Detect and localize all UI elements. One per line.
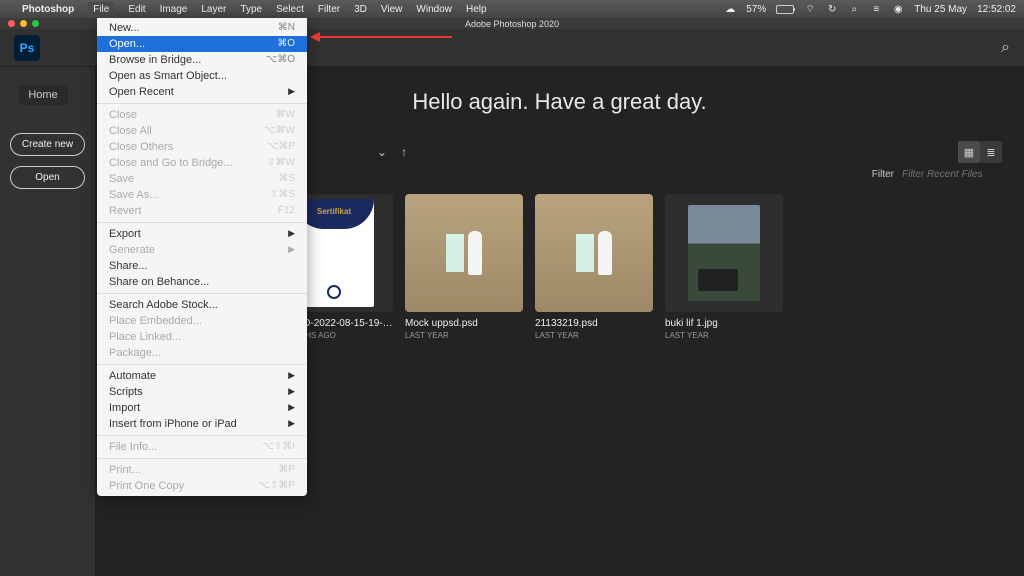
sort-chevron-icon[interactable]: ⌄ <box>377 145 387 159</box>
menu-item-insert-from-iphone-or-ipad[interactable]: Insert from iPhone or iPad▶ <box>97 416 307 432</box>
menubar-time[interactable]: 12:52:02 <box>977 4 1016 15</box>
menubar-image[interactable]: Image <box>160 4 188 15</box>
file-name: Mock uppsd.psd <box>405 318 523 329</box>
wifi-icon[interactable]: ⌔ <box>804 3 816 15</box>
file-name: 21133219.psd <box>535 318 653 329</box>
menubar-app-name[interactable]: Photoshop <box>22 4 74 15</box>
menu-item-export[interactable]: Export▶ <box>97 226 307 242</box>
sync-icon[interactable]: ↻ <box>826 3 838 15</box>
menu-item-close-all: Close All⌥⌘W <box>97 123 307 139</box>
cloud-icon[interactable]: ☁ <box>724 3 736 15</box>
menu-item-place-embedded: Place Embedded... <box>97 313 307 329</box>
menu-item-browse-in-bridge[interactable]: Browse in Bridge...⌥⌘O <box>97 52 307 68</box>
macos-menubar: Photoshop File Edit Image Layer Type Sel… <box>0 0 1024 18</box>
menu-item-save-as: Save As...⇧⌘S <box>97 187 307 203</box>
menu-item-search-adobe-stock[interactable]: Search Adobe Stock... <box>97 297 307 313</box>
menu-item-open-recent[interactable]: Open Recent▶ <box>97 84 307 100</box>
menubar-file[interactable]: File <box>88 2 114 17</box>
file-thumbnail <box>535 194 653 312</box>
close-window-button[interactable] <box>8 20 15 27</box>
file-time: LAST YEAR <box>665 331 783 340</box>
menu-item-generate: Generate▶ <box>97 242 307 258</box>
create-new-button[interactable]: Create new <box>10 133 85 156</box>
file-thumbnail <box>405 194 523 312</box>
menubar-view[interactable]: View <box>381 4 403 15</box>
battery-icon[interactable] <box>776 5 794 14</box>
control-center-icon[interactable]: ≡ <box>870 3 882 15</box>
menubar-filter[interactable]: Filter <box>318 4 340 15</box>
menu-item-print-one-copy: Print One Copy⌥⇧⌘P <box>97 478 307 494</box>
window-title: Adobe Photoshop 2020 <box>465 19 559 29</box>
menu-item-print: Print...⌘P <box>97 462 307 478</box>
maximize-window-button[interactable] <box>32 20 39 27</box>
search-icon[interactable]: ⌕ <box>1001 39 1010 57</box>
menu-item-open[interactable]: Open...⌘O <box>97 36 307 52</box>
menu-item-share-on-behance[interactable]: Share on Behance... <box>97 274 307 290</box>
siri-icon[interactable]: ◉ <box>892 3 904 15</box>
menu-item-package: Package... <box>97 345 307 361</box>
menu-item-file-info: File Info...⌥⇧⌘I <box>97 439 307 455</box>
menu-item-save: Save⌘S <box>97 171 307 187</box>
menu-item-automate[interactable]: Automate▶ <box>97 368 307 384</box>
file-card[interactable]: buki lif 1.jpg LAST YEAR <box>665 194 783 340</box>
menu-item-revert: RevertF12 <box>97 203 307 219</box>
menubar-window[interactable]: Window <box>416 4 452 15</box>
open-button[interactable]: Open <box>10 166 85 189</box>
menubar-layer[interactable]: Layer <box>201 4 226 15</box>
menu-item-close-others: Close Others⌥⌘P <box>97 139 307 155</box>
sidebar: Home Create new Open <box>0 67 95 576</box>
list-view-button[interactable]: ≣ <box>980 141 1002 163</box>
menu-item-close-and-go-to-bridge: Close and Go to Bridge...⇧⌘W <box>97 155 307 171</box>
menu-item-scripts[interactable]: Scripts▶ <box>97 384 307 400</box>
menu-item-import[interactable]: Import▶ <box>97 400 307 416</box>
menu-item-place-linked: Place Linked... <box>97 329 307 345</box>
menu-item-open-as-smart-object[interactable]: Open as Smart Object... <box>97 68 307 84</box>
grid-view-button[interactable]: ▦ <box>958 141 980 163</box>
menubar-type[interactable]: Type <box>240 4 262 15</box>
file-name: buki lif 1.jpg <box>665 318 783 329</box>
file-menu-dropdown: New...⌘NOpen...⌘OBrowse in Bridge...⌥⌘OO… <box>97 18 307 496</box>
file-card[interactable]: 21133219.psd LAST YEAR <box>535 194 653 340</box>
menubar-date[interactable]: Thu 25 May <box>914 4 967 15</box>
spotlight-icon[interactable]: ⌕ <box>848 3 860 15</box>
menubar-edit[interactable]: Edit <box>128 4 145 15</box>
annotation-arrow <box>318 36 452 38</box>
file-card[interactable]: Mock uppsd.psd LAST YEAR <box>405 194 523 340</box>
menu-item-new[interactable]: New...⌘N <box>97 20 307 36</box>
menubar-3d[interactable]: 3D <box>354 4 367 15</box>
menu-item-close: Close⌘W <box>97 107 307 123</box>
photoshop-logo[interactable]: Ps <box>14 35 40 61</box>
filter-input[interactable] <box>902 169 1002 180</box>
sidebar-home[interactable]: Home <box>18 85 68 105</box>
battery-percent: 57% <box>746 4 766 15</box>
file-time: LAST YEAR <box>535 331 653 340</box>
file-thumbnail <box>665 194 783 312</box>
menubar-select[interactable]: Select <box>276 4 304 15</box>
menu-item-share[interactable]: Share... <box>97 258 307 274</box>
minimize-window-button[interactable] <box>20 20 27 27</box>
filter-label: Filter <box>872 169 894 180</box>
menubar-help[interactable]: Help <box>466 4 487 15</box>
sort-arrow-icon[interactable]: ↑ <box>401 145 407 159</box>
file-time: LAST YEAR <box>405 331 523 340</box>
